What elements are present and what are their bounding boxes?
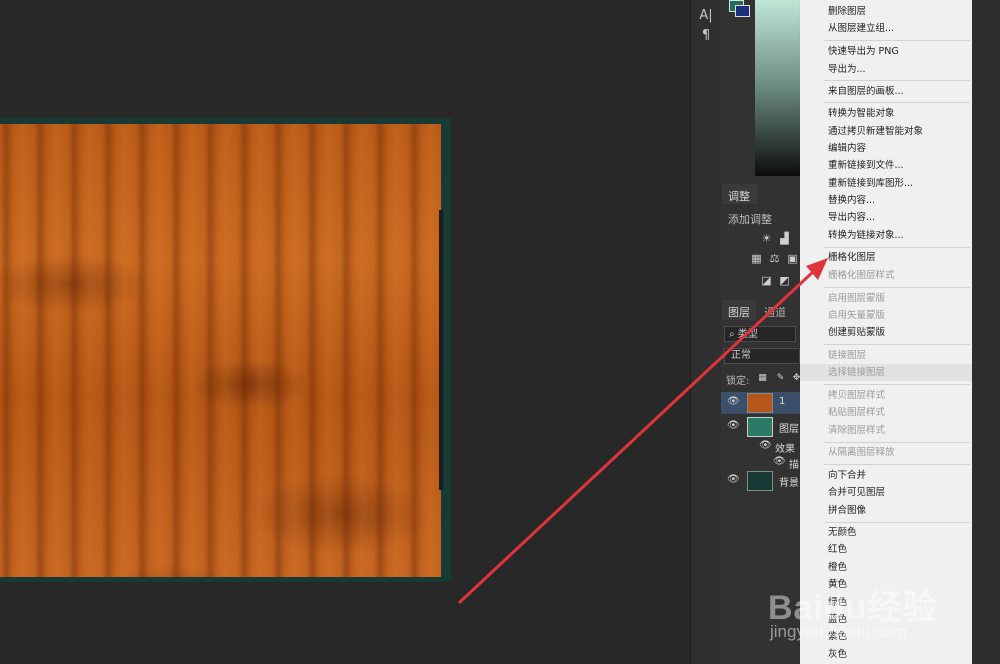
annotation-arrow — [458, 258, 828, 604]
arrow-shaft — [458, 268, 817, 604]
baidu-watermark: Baidu经验 jingyan.baidu.com — [768, 580, 1000, 664]
watermark-url: jingyan.baidu.com — [770, 622, 908, 641]
